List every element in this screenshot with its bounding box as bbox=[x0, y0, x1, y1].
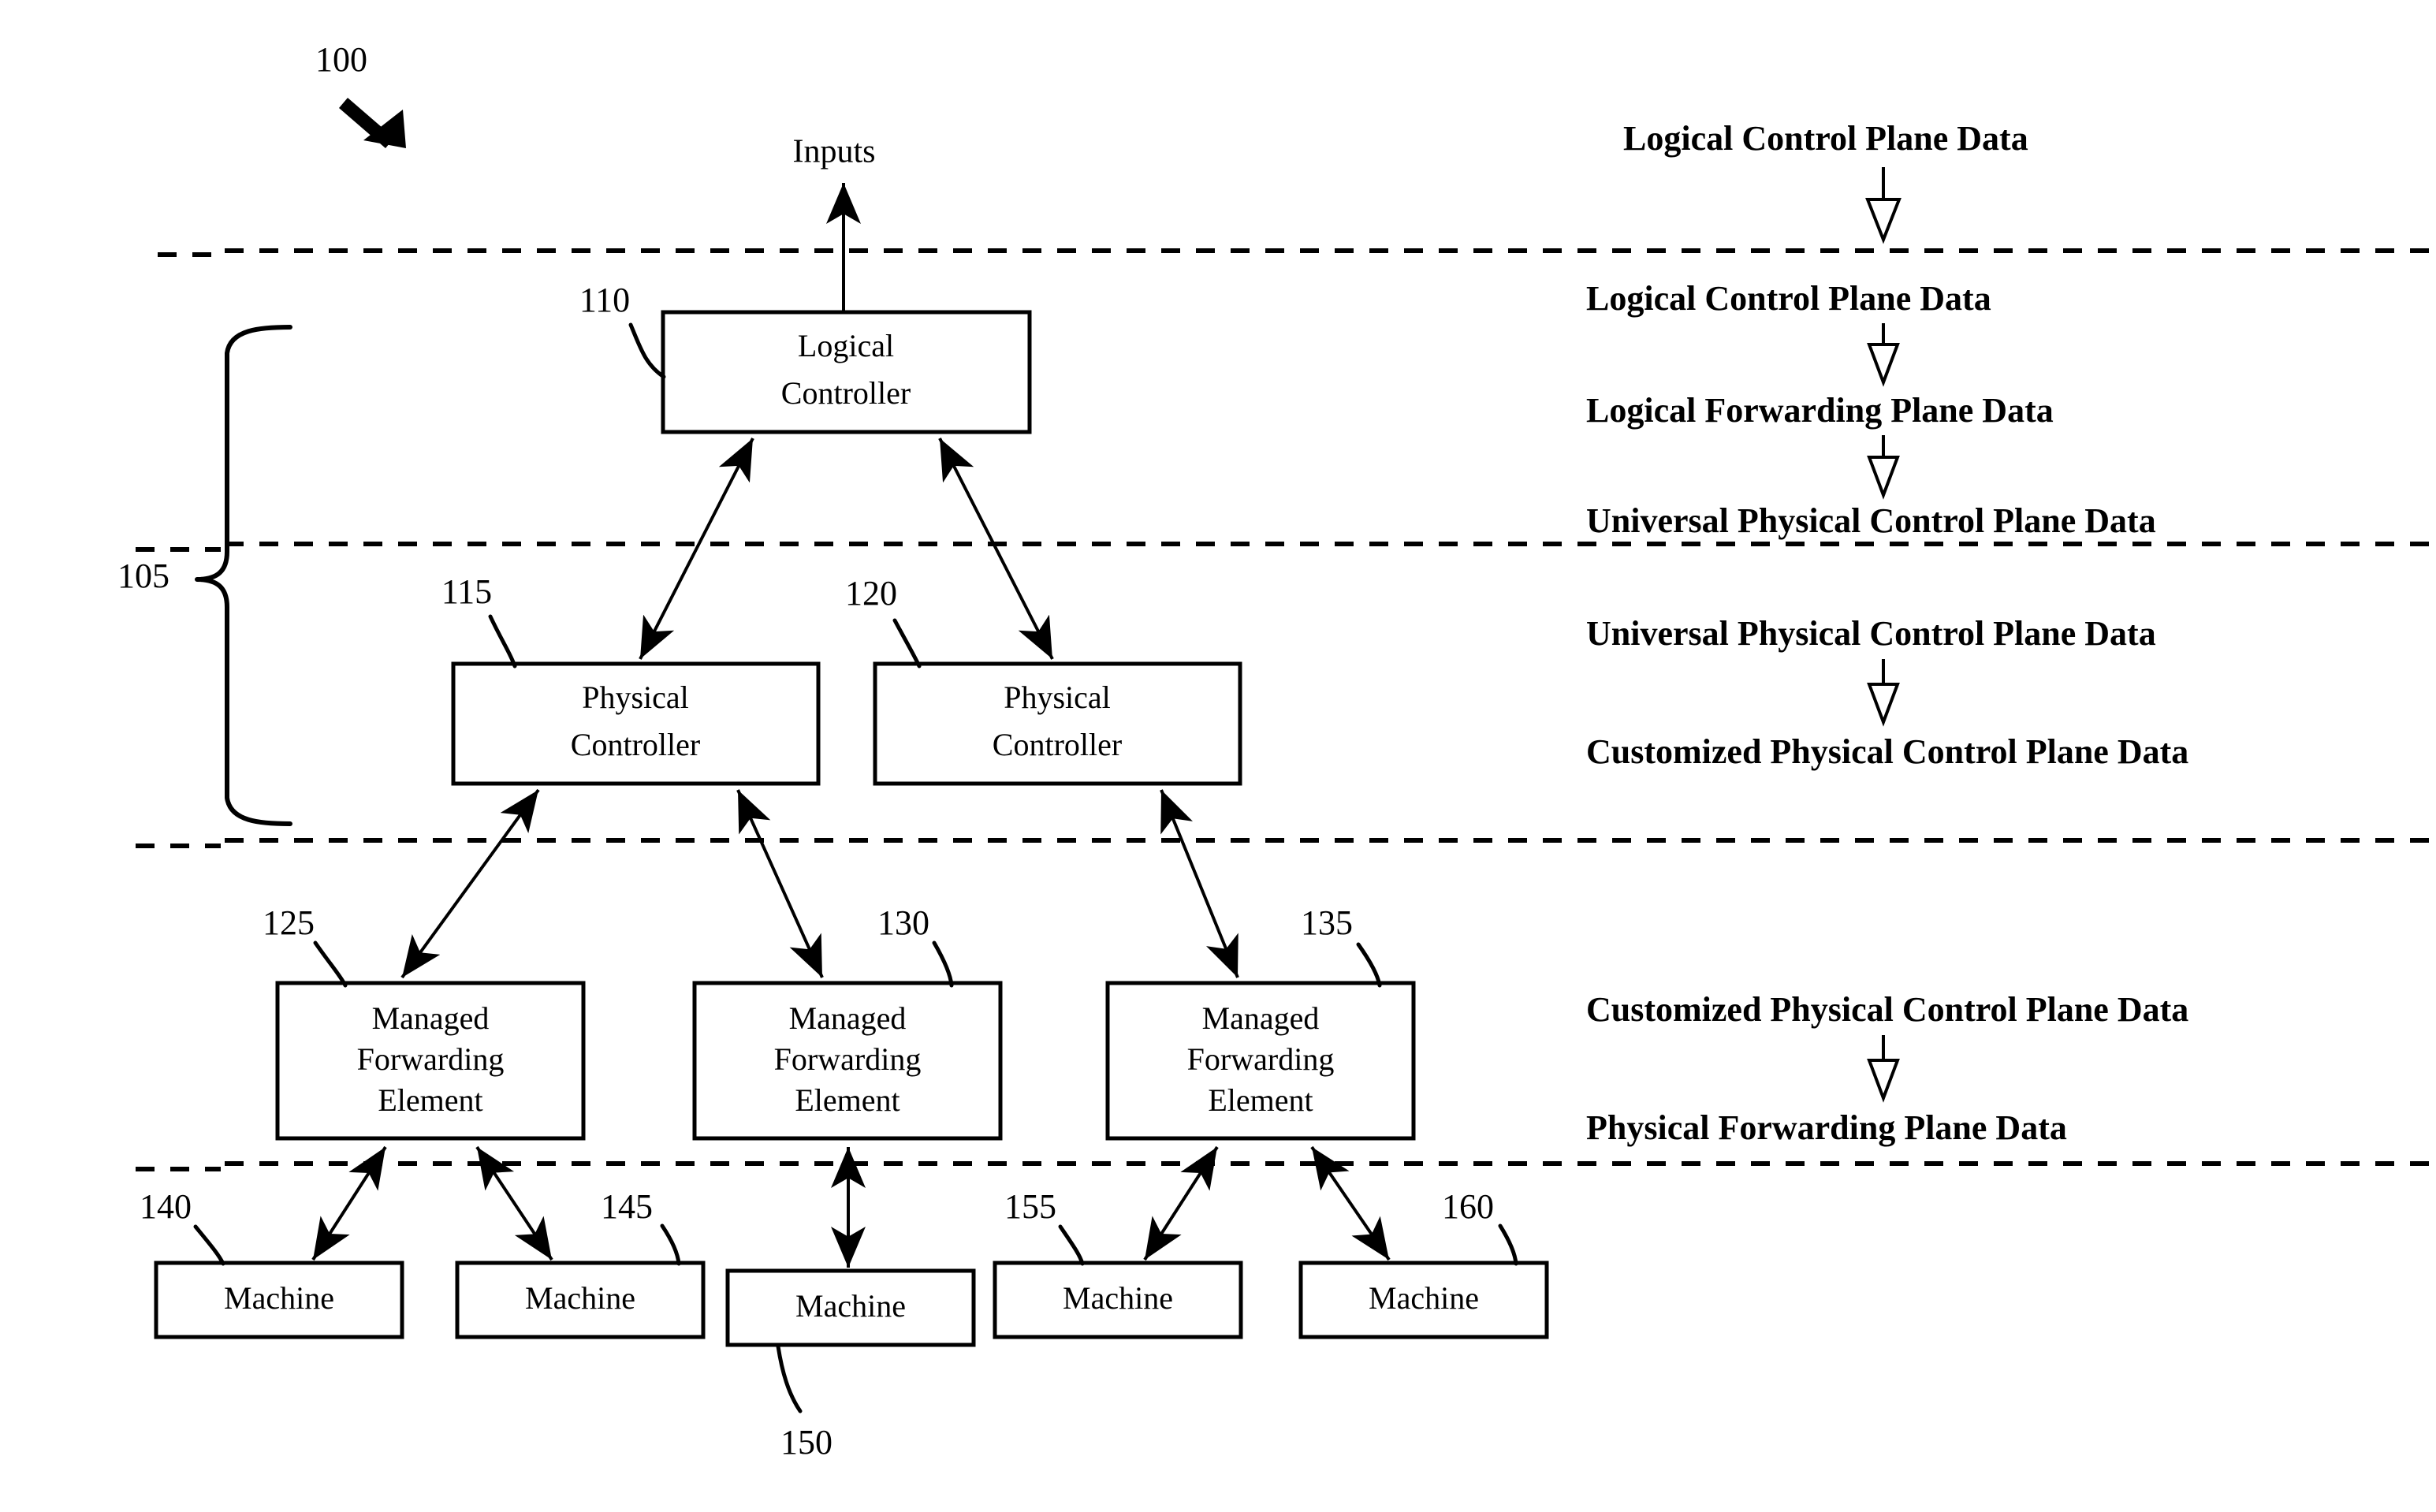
pipeline-stage-2-1: Logical Forwarding Plane Data bbox=[1586, 391, 2054, 430]
physical-controller-left-line1: Physical bbox=[582, 680, 689, 715]
mfe-right-reference: 135 bbox=[1301, 903, 1382, 988]
machine-node-4[interactable]: Machine bbox=[1298, 1261, 1549, 1339]
machine-reference-4: 160 bbox=[1442, 1187, 1518, 1266]
link-mfe-right-to-machine-3 bbox=[1143, 1145, 1219, 1261]
brace-label: 105 bbox=[117, 557, 169, 595]
mfe-left-leader-line bbox=[313, 940, 348, 988]
pipeline-stage-2-2: Universal Physical Control Plane Data bbox=[1586, 501, 2156, 540]
machine-reference-2: 150 bbox=[776, 1344, 832, 1462]
logical-controller-ref-number: 110 bbox=[579, 281, 630, 319]
mfe-right-line1: Managed bbox=[1202, 1000, 1320, 1036]
controller-links bbox=[639, 438, 1054, 660]
machine-label-1: Machine bbox=[525, 1280, 635, 1316]
inputs-group: Inputs bbox=[793, 134, 876, 314]
machine-leader-line-0 bbox=[193, 1224, 225, 1266]
figure-ref-number: 100 bbox=[315, 40, 367, 79]
machine-node-3[interactable]: Machine bbox=[993, 1261, 1243, 1339]
pipeline-arrow-2-1-head-icon bbox=[1867, 456, 1900, 500]
physical-controller-left-line2: Controller bbox=[571, 727, 700, 762]
mfe-center-reference: 130 bbox=[877, 903, 954, 988]
machine-label-4: Machine bbox=[1369, 1280, 1479, 1316]
inputs-label: Inputs bbox=[793, 134, 876, 170]
pipeline-stage-4-0: Customized Physical Control Plane Data bbox=[1586, 990, 2188, 1029]
physical-controller-left-reference: 115 bbox=[441, 572, 517, 668]
link-logical-to-physical-left bbox=[639, 438, 754, 660]
figure-reference-100: 100 bbox=[315, 40, 406, 148]
link-logical-to-physical-right bbox=[938, 438, 1054, 660]
logical-controller-node[interactable]: Logical Controller bbox=[661, 310, 1032, 434]
pipeline-stage-3-0: Universal Physical Control Plane Data bbox=[1586, 614, 2156, 653]
machine-node-0[interactable]: Machine bbox=[154, 1261, 404, 1339]
mfe-right-ref-number: 135 bbox=[1301, 903, 1353, 942]
logical-controller-leader-line bbox=[628, 322, 666, 379]
physical-controller-right-node[interactable]: Physical Controller bbox=[873, 661, 1242, 786]
physical-controller-right-leader-line bbox=[892, 618, 922, 668]
pipeline-stage-3-1: Customized Physical Control Plane Data bbox=[1586, 732, 2188, 771]
mfe-center-line2: Forwarding bbox=[774, 1041, 922, 1077]
machine-leader-line-3 bbox=[1058, 1224, 1085, 1266]
link-pc-left-to-mfe-center bbox=[736, 789, 824, 978]
pipeline-arrow-2-0-head-icon bbox=[1867, 343, 1900, 387]
machine-label-3: Machine bbox=[1063, 1280, 1173, 1316]
machine-leader-line-1 bbox=[660, 1223, 681, 1266]
pipeline-group-1: Logical Control Plane Data bbox=[1623, 119, 2028, 244]
physical-controller-right-line1: Physical bbox=[1004, 680, 1111, 715]
mfe-left-node[interactable]: Managed Forwarding Element bbox=[275, 981, 586, 1141]
pipeline-group-2: Logical Control Plane Data Logical Forwa… bbox=[1586, 279, 2156, 540]
physical-controller-left-leader-line bbox=[488, 614, 517, 668]
pipeline-stage-2-0: Logical Control Plane Data bbox=[1586, 279, 1991, 318]
machine-ref-number-4: 160 bbox=[1442, 1187, 1494, 1226]
mfe-center-node[interactable]: Managed Forwarding Element bbox=[692, 981, 1003, 1141]
pipeline-stage-4-1: Physical Forwarding Plane Data bbox=[1586, 1108, 2067, 1147]
scope-brace-105: 105 bbox=[117, 325, 292, 826]
patent-figure: 100 105 Inputs Logical Controller 110 Ph… bbox=[0, 0, 2436, 1512]
pipeline-group-4: Customized Physical Control Plane Data P… bbox=[1586, 990, 2188, 1147]
physical-controller-left-ref-number: 115 bbox=[441, 572, 492, 611]
mfe-left-line2: Forwarding bbox=[357, 1041, 505, 1077]
pipeline-group-3: Universal Physical Control Plane Data Cu… bbox=[1586, 614, 2188, 771]
mfe-left-reference: 125 bbox=[263, 903, 348, 988]
mfe-center-ref-number: 130 bbox=[877, 903, 929, 942]
mfe-center-leader-line bbox=[932, 940, 954, 988]
machine-label-2: Machine bbox=[795, 1288, 906, 1324]
machine-ref-number-3: 155 bbox=[1004, 1187, 1056, 1226]
mfe-center-line3: Element bbox=[795, 1082, 900, 1118]
logical-controller-line2: Controller bbox=[781, 375, 911, 411]
machine-ref-number-0: 140 bbox=[140, 1187, 192, 1226]
link-pc-right-to-mfe-right bbox=[1160, 789, 1239, 978]
physical-controller-right-reference: 120 bbox=[845, 574, 922, 668]
pipeline-arrow-4-0-head-icon bbox=[1867, 1059, 1900, 1103]
mfe-right-node[interactable]: Managed Forwarding Element bbox=[1105, 981, 1416, 1141]
machine-node-1[interactable]: Machine bbox=[455, 1261, 706, 1339]
logical-controller-line1: Logical bbox=[798, 328, 894, 363]
mfe-left-ref-number: 125 bbox=[263, 903, 315, 942]
mfe-right-leader-line bbox=[1356, 942, 1382, 988]
machine-reference-3: 155 bbox=[1004, 1187, 1085, 1266]
physical-controller-left-node[interactable]: Physical Controller bbox=[451, 661, 821, 786]
pipeline-arrow-3-0-head-icon bbox=[1867, 683, 1900, 727]
mfe-left-line3: Element bbox=[378, 1082, 482, 1118]
mfe-center-line1: Managed bbox=[789, 1000, 907, 1036]
machine-leader-line-2 bbox=[776, 1344, 803, 1413]
link-pc-left-to-mfe-left bbox=[400, 788, 540, 979]
mfe-left-line1: Managed bbox=[372, 1000, 490, 1036]
physical-controller-right-ref-number: 120 bbox=[845, 574, 897, 613]
machine-leader-line-4 bbox=[1498, 1223, 1518, 1266]
mfe-controller-links bbox=[400, 788, 1239, 979]
logical-controller-reference: 110 bbox=[579, 281, 666, 379]
brace-shape bbox=[195, 325, 292, 826]
machine-label-0: Machine bbox=[224, 1280, 334, 1316]
machine-reference-0: 140 bbox=[140, 1187, 225, 1266]
machine-ref-number-1: 145 bbox=[601, 1187, 653, 1226]
mfe-right-line2: Forwarding bbox=[1187, 1041, 1335, 1077]
pipeline-stage-1-0: Logical Control Plane Data bbox=[1623, 119, 2028, 158]
machine-node-2[interactable]: Machine bbox=[725, 1268, 976, 1347]
machine-ref-number-2: 150 bbox=[780, 1423, 832, 1462]
machine-reference-1: 145 bbox=[601, 1187, 681, 1266]
mfe-right-line3: Element bbox=[1208, 1082, 1313, 1118]
physical-controller-right-line2: Controller bbox=[993, 727, 1122, 762]
link-mfe-left-to-machine-0 bbox=[311, 1145, 387, 1261]
pipeline-arrow-1-0-head-icon bbox=[1865, 198, 1901, 244]
